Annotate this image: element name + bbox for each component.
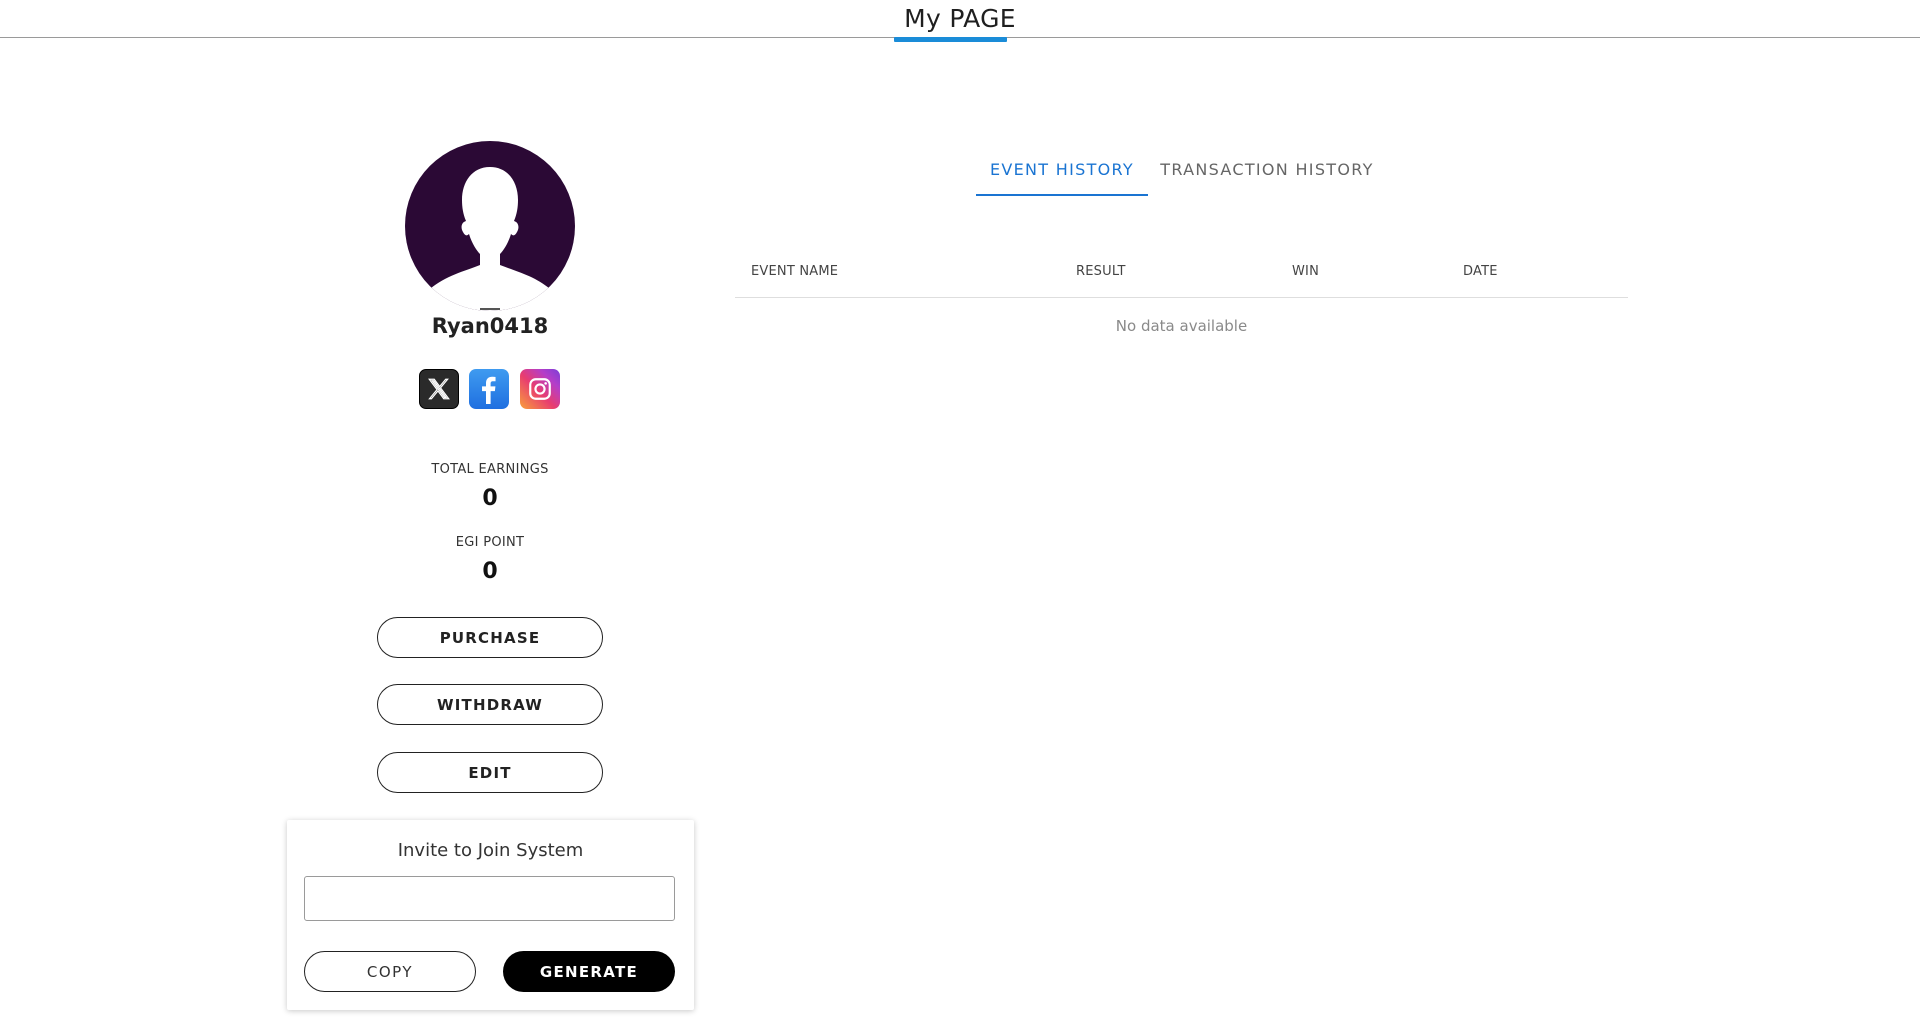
instagram-logo-icon bbox=[529, 378, 551, 400]
page-title: My PAGE bbox=[904, 4, 1016, 33]
instagram-icon[interactable] bbox=[520, 369, 560, 409]
x-icon[interactable] bbox=[419, 369, 459, 409]
page-title-underline bbox=[894, 37, 1007, 42]
column-header-date[interactable]: DATE bbox=[1463, 264, 1498, 279]
facebook-logo-icon bbox=[482, 376, 496, 404]
purchase-button[interactable]: PURCHASE bbox=[377, 617, 603, 658]
table-empty-message: No data available bbox=[1115, 317, 1248, 335]
invite-link-input[interactable] bbox=[304, 876, 675, 921]
egi-point-value: 0 bbox=[482, 559, 498, 584]
invite-card: Invite to Join System COPY GENERATE bbox=[287, 820, 694, 1010]
invite-title: Invite to Join System bbox=[397, 840, 584, 861]
edit-button[interactable]: EDIT bbox=[377, 752, 603, 793]
user-silhouette-icon bbox=[425, 167, 555, 311]
egi-point-label: EGI POINT bbox=[455, 535, 525, 550]
avatar[interactable] bbox=[405, 141, 575, 311]
total-earnings-label: TOTAL EARNINGS bbox=[431, 462, 549, 477]
page-header: My PAGE bbox=[0, 0, 1920, 38]
x-logo-icon bbox=[428, 378, 450, 400]
table-header: EVENT NAME RESULT WIN DATE bbox=[735, 262, 1628, 298]
avatar-divider bbox=[480, 308, 500, 310]
withdraw-button[interactable]: WITHDRAW bbox=[377, 684, 603, 725]
facebook-icon[interactable] bbox=[469, 369, 509, 409]
total-earnings-value: 0 bbox=[482, 486, 498, 511]
column-header-result[interactable]: RESULT bbox=[1076, 264, 1126, 279]
column-header-win[interactable]: WIN bbox=[1292, 264, 1319, 279]
copy-button[interactable]: COPY bbox=[304, 951, 476, 992]
generate-button[interactable]: GENERATE bbox=[503, 951, 675, 992]
column-header-event-name[interactable]: EVENT NAME bbox=[751, 264, 838, 279]
tab-transaction-history[interactable]: TRANSACTION HISTORY bbox=[1158, 154, 1376, 196]
tab-event-history[interactable]: EVENT HISTORY bbox=[976, 154, 1148, 196]
username: Ryan0418 bbox=[431, 314, 549, 338]
